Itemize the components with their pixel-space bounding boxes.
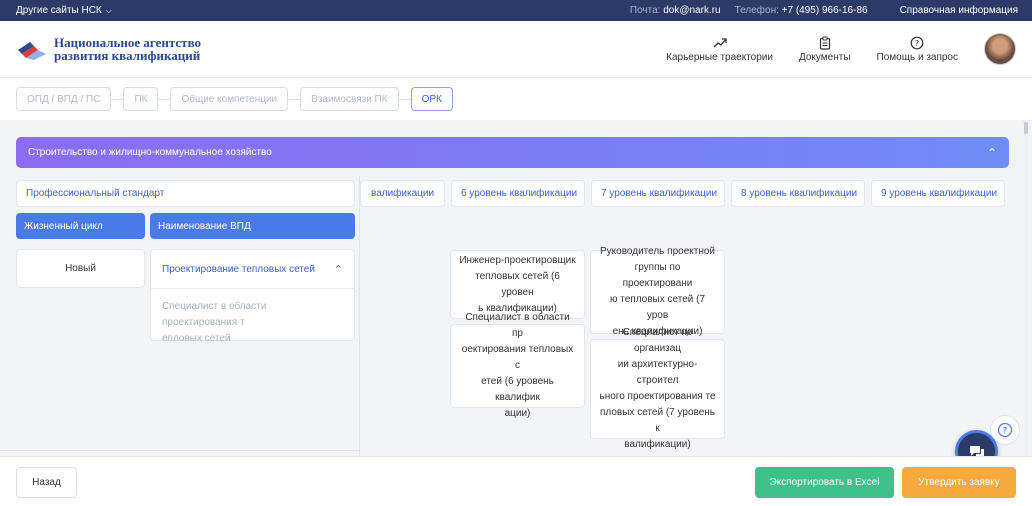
level-6-header: 6 уровень квалификации xyxy=(451,180,585,207)
nav-help[interactable]: ? Помощь и запрос xyxy=(877,36,958,63)
job-text-line: ьного проектирования те xyxy=(599,391,716,402)
nav-career-paths[interactable]: Карьерные траектории xyxy=(666,36,773,63)
job-text-line: Инженер-проектировщик xyxy=(459,254,576,266)
vpd-description: Специалист в области проектирования т еп… xyxy=(151,289,354,357)
lifecycle-value: Новый xyxy=(16,249,145,288)
job-text-line: валификации) xyxy=(624,439,691,450)
job-card[interactable]: Специалист в области пр оектирования теп… xyxy=(450,312,585,419)
job-text-line: ю тепловых сетей (7 уров xyxy=(609,294,706,321)
approve-request-button[interactable]: Утвердить заявку xyxy=(902,467,1016,498)
chevron-up-icon: ⌃ xyxy=(333,263,343,276)
step-connector xyxy=(111,98,124,100)
nav-documents[interactable]: Документы xyxy=(799,36,851,63)
level-8-header: 8 уровень квалификации xyxy=(731,180,865,207)
reference-info-link[interactable]: Справочная информация xyxy=(900,5,1018,16)
job-text-line: Руководитель проектной xyxy=(599,246,716,257)
vpd-description-line: епловых сетей xyxy=(162,333,231,344)
left-column: Профессиональный стандарт Жизненный цикл… xyxy=(0,176,360,456)
column-lifecycle: Жизненный цикл xyxy=(16,213,145,239)
section-title: Строительство и жилищно-коммунальное хоз… xyxy=(28,147,272,158)
job-text-line: оектирования тепловых с xyxy=(461,344,574,371)
question-circle-icon: ? xyxy=(997,422,1013,438)
column-vpd-name: Наименование ВПД xyxy=(150,213,355,239)
step-connector xyxy=(158,98,171,100)
mail-link[interactable]: dok@nark.ru xyxy=(663,5,720,16)
job-text-line: етей (6 уровень квалифик xyxy=(481,376,554,403)
qualification-levels: валификации 6 уровень квалификации 7 уро… xyxy=(360,180,1005,207)
mail-info: Почта: dok@nark.ru xyxy=(630,5,721,16)
step-pk[interactable]: ПК xyxy=(123,87,159,111)
step-ork[interactable]: ОРК xyxy=(410,87,453,111)
logo-line-2: развития квалификаций xyxy=(54,48,201,63)
top-bar: Другие сайты НСК ⌵ Почта: dok@nark.ru Те… xyxy=(0,0,1032,21)
professional-standard[interactable]: Профессиональный стандарт xyxy=(16,180,355,207)
avatar[interactable] xyxy=(984,33,1016,65)
job-text-line: ии архитектурно-строител xyxy=(617,359,698,386)
logo[interactable]: Национальное агентство развития квалифик… xyxy=(16,36,201,62)
vpd-title: Проектирование тепловых сетей xyxy=(162,263,315,275)
nav-documents-label: Документы xyxy=(798,51,851,63)
clipboard-icon xyxy=(819,36,830,50)
back-button[interactable]: Назад xyxy=(16,467,77,498)
export-excel-button[interactable]: Экспортировать в Excel xyxy=(755,467,894,498)
step-general-competencies[interactable]: Общие компетенции xyxy=(170,87,289,111)
phone-info: Телефон: +7 (495) 966-16-86 xyxy=(735,5,868,16)
svg-text:?: ? xyxy=(1003,427,1008,437)
level-9-header: 9 уровень квалификации xyxy=(871,180,1005,207)
section-header[interactable]: Строительство и жилищно-коммунальное хоз… xyxy=(16,137,1009,168)
job-card[interactable]: Руководитель проектной группы по проекти… xyxy=(590,246,725,337)
chevron-down-icon: ⌵ xyxy=(105,5,112,15)
level-7-header: 7 уровень квалификации xyxy=(591,180,725,207)
job-text-line: тепловых сетей (6 уровен xyxy=(475,270,560,298)
divider xyxy=(0,450,360,451)
footer-bar: Назад Экспортировать в Excel Утвердить з… xyxy=(0,456,1032,506)
scrollbar[interactable] xyxy=(1024,120,1028,456)
question-circle-icon: ? xyxy=(910,36,924,49)
nav-help-label: Помощь и запрос xyxy=(876,51,958,63)
job-card[interactable]: Инженер-проектировщик тепловых сетей (6 … xyxy=(450,250,585,319)
job-text-line: пловых сетей (7 уровень к xyxy=(600,407,715,434)
other-sites-label: Другие сайты НСК xyxy=(16,5,102,16)
main-panel: Строительство и жилищно-коммунальное хоз… xyxy=(0,120,1022,456)
trend-up-icon xyxy=(713,37,727,47)
chevron-up-icon: ⌃ xyxy=(986,145,997,160)
svg-text:?: ? xyxy=(915,39,919,48)
job-card[interactable]: Специалист по организац ии архитектурно-… xyxy=(590,327,725,450)
vpd-title-row[interactable]: Проектирование тепловых сетей ⌃ xyxy=(151,250,354,289)
logo-icon xyxy=(18,42,46,60)
scrollbar-thumb[interactable] xyxy=(1024,122,1028,134)
mail-label: Почта: xyxy=(629,5,661,16)
phone-label: Телефон: xyxy=(734,5,779,16)
level-5-header: валификации xyxy=(360,180,445,207)
vpd-description-line: Специалист в области проектирования т xyxy=(162,301,267,328)
step-pk-relations[interactable]: Взаимосвязи ПК xyxy=(300,87,399,111)
job-text-line: ации) xyxy=(504,408,531,419)
site-header: Национальное агентство развития квалифик… xyxy=(0,21,1032,77)
step-opd-vpd-ps[interactable]: ОПД / ВПД / ПС xyxy=(16,87,112,111)
header-nav: Карьерные траектории Документы ? Помощь … xyxy=(666,36,958,63)
step-connector xyxy=(288,98,301,100)
step-connector xyxy=(398,98,411,100)
phone-link[interactable]: +7 (495) 966-16-86 xyxy=(782,5,868,16)
job-text-line: Специалист по организац xyxy=(622,327,693,354)
vpd-card: Проектирование тепловых сетей ⌃ Специали… xyxy=(150,249,355,344)
step-tabs: ОПД / ВПД / ПС ПК Общие компетенции Взаи… xyxy=(0,77,1032,120)
job-text-line: Специалист в области пр xyxy=(465,312,570,339)
job-text-line: группы по проектировани xyxy=(622,262,693,289)
nav-career-paths-label: Карьерные траектории xyxy=(666,51,773,63)
other-sites-dropdown[interactable]: Другие сайты НСК ⌵ xyxy=(16,5,112,16)
